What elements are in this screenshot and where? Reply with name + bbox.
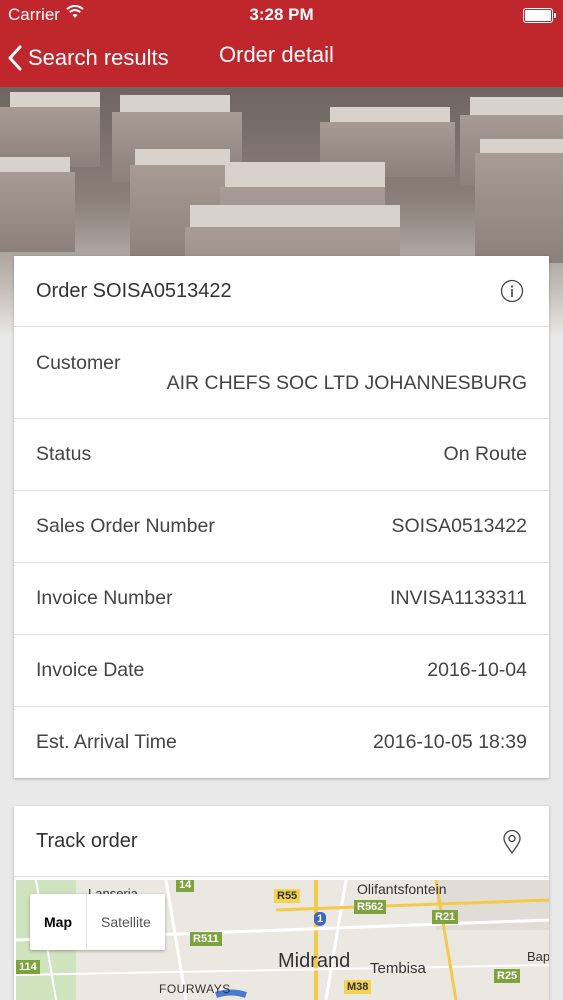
detail-row-status: Status On Route xyxy=(14,419,549,491)
order-card: Order SOISA0513422 Customer AIR CHEFS SO… xyxy=(14,256,549,778)
road-shield-14: 14 xyxy=(176,880,195,892)
map-type-map-button[interactable]: Map xyxy=(30,894,86,950)
status-bar: Carrier 3:28 PM xyxy=(0,0,563,30)
road-shield-r562: R562 xyxy=(354,900,387,914)
customer-value: AIR CHEFS SOC LTD JOHANNESBURG xyxy=(166,372,527,394)
detail-row-sales-order: Sales Order Number SOISA0513422 xyxy=(14,491,549,563)
sales-order-value: SOISA0513422 xyxy=(391,515,527,537)
road-shield-n1: 1 xyxy=(314,912,327,926)
status-value: On Route xyxy=(443,443,527,465)
map-label-fourways: FOURWAYS xyxy=(159,982,231,996)
map-label-tembisa: Tembisa xyxy=(370,960,426,977)
detail-row-invoice-number: Invoice Number INVISA1133311 xyxy=(14,563,549,635)
order-card-header: Order SOISA0513422 xyxy=(14,256,549,327)
detail-row-customer: Customer AIR CHEFS SOC LTD JOHANNESBURG xyxy=(14,327,549,419)
road-shield-r55: R55 xyxy=(274,889,301,903)
tracking-map[interactable]: Lanseria Olifantsfontein Midrand Tembisa… xyxy=(16,880,549,1000)
arrival-time-value: 2016-10-05 18:39 xyxy=(373,731,527,753)
road-shield-r25: R25 xyxy=(494,969,521,983)
track-order-header: Track order xyxy=(14,806,549,877)
invoice-number-label: Invoice Number xyxy=(36,587,173,609)
map-type-satellite-button[interactable]: Satellite xyxy=(86,894,165,950)
arrival-time-label: Est. Arrival Time xyxy=(36,731,177,753)
battery-icon xyxy=(523,8,556,23)
location-pin-icon[interactable] xyxy=(500,829,524,855)
detail-row-invoice-date: Invoice Date 2016-10-04 xyxy=(14,635,549,707)
clock: 3:28 PM xyxy=(249,5,314,24)
invoice-date-value: 2016-10-04 xyxy=(427,659,527,681)
invoice-number-value: INVISA1133311 xyxy=(390,587,527,609)
back-button-label: Search results xyxy=(28,45,169,70)
map-label-bap: Bap xyxy=(527,949,549,964)
page-title: Order detail xyxy=(219,42,334,67)
customer-label: Customer xyxy=(36,352,121,374)
road-shield-114: 114 xyxy=(16,960,40,974)
road-shield-r511: R511 xyxy=(190,932,222,946)
track-order-title: Track order xyxy=(36,830,138,852)
info-icon[interactable] xyxy=(500,279,524,303)
map-type-control: Map Satellite xyxy=(30,894,165,950)
invoice-date-label: Invoice Date xyxy=(36,659,145,681)
road-shield-r21: R21 xyxy=(432,910,459,924)
sales-order-label: Sales Order Number xyxy=(36,515,215,537)
map-label-olifantsfontein: Olifantsfontein xyxy=(357,881,447,897)
order-title: Order SOISA0513422 xyxy=(36,280,232,302)
map-label-midrand: Midrand xyxy=(278,950,351,972)
back-button[interactable]: Search results xyxy=(8,38,169,78)
status-label: Status xyxy=(36,443,92,465)
chevron-left-icon xyxy=(8,45,22,71)
navigation-bar: Carrier 3:28 PM Search results Order det… xyxy=(0,0,563,87)
road-shield-m38: M38 xyxy=(344,980,372,994)
detail-row-arrival-time: Est. Arrival Time 2016-10-05 18:39 xyxy=(14,707,549,778)
